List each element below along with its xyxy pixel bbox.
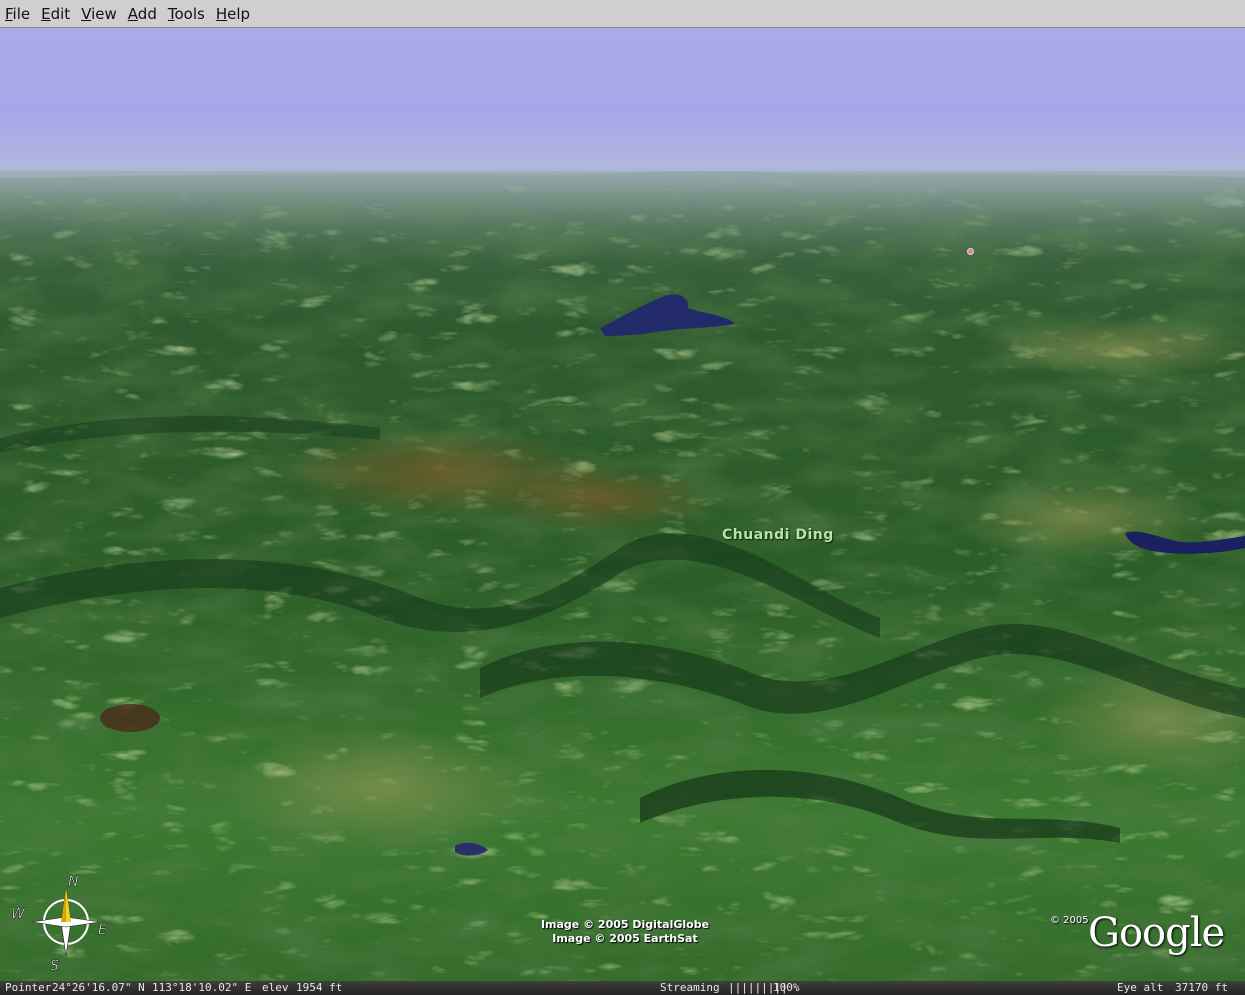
imagery-credits: Image © 2005 DigitalGlobe Image © 2005 E… (540, 918, 710, 946)
pointer-label: Pointer (5, 981, 52, 994)
compass-s: S (50, 958, 59, 974)
terrain-patch (480, 463, 720, 533)
menu-file[interactable]: File (5, 5, 30, 23)
menu-help[interactable]: Help (216, 5, 250, 23)
status-bar: Pointer 24°26'16.07" N 113°18'10.02" E e… (0, 981, 1245, 995)
pointer-longitude: 113°18'10.02" E (152, 981, 252, 994)
google-earth-window: File Edit View Add Tools Help Chuandi Di… (0, 0, 1245, 995)
terrain-imagery[interactable] (0, 28, 1245, 981)
streaming-label: Streaming (660, 981, 720, 994)
compass-icon[interactable]: N S E W (8, 874, 118, 974)
compass-n: N (68, 874, 79, 890)
terrain-patch (220, 728, 540, 848)
credit-line: Image © 2005 EarthSat (552, 932, 698, 945)
copyright-text: © 2005 (1050, 915, 1089, 926)
compass-e: E (98, 922, 107, 938)
elevation-value: 1954 ft (296, 981, 343, 994)
streaming-percent: 100% (773, 981, 800, 994)
google-logo: Google (1088, 910, 1225, 956)
credit-line: Image © 2005 DigitalGlobe (540, 918, 710, 931)
menu-edit[interactable]: Edit (41, 5, 70, 23)
menu-view[interactable]: View (81, 5, 117, 23)
elev-label: elev (262, 981, 289, 994)
menu-bar: File Edit View Add Tools Help (0, 0, 1245, 28)
3d-viewer[interactable]: Chuandi Ding Image © 2005 DigitalGlobe I… (0, 28, 1245, 981)
eye-alt-label: Eye alt (1117, 981, 1164, 994)
horizon-haze (0, 171, 1245, 261)
compass-w: W (11, 906, 26, 922)
menu-add[interactable]: Add (128, 5, 157, 23)
place-label-chuandi-ding[interactable]: Chuandi Ding (722, 527, 834, 543)
placemark-dot[interactable] (967, 248, 974, 255)
eye-alt-value: 37170 ft (1175, 981, 1228, 994)
menu-tools[interactable]: Tools (168, 5, 205, 23)
pointer-latitude: 24°26'16.07" N (52, 981, 145, 994)
terrain-patch (100, 704, 160, 732)
